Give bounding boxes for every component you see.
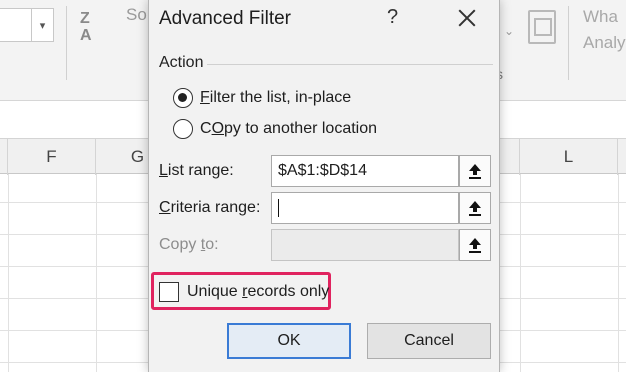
- action-group-label: Action: [159, 54, 204, 71]
- criteria-range-label: Criteria range:: [159, 199, 261, 216]
- ok-button[interactable]: OK: [227, 323, 351, 359]
- sort-button-label[interactable]: So: [126, 5, 147, 25]
- ribbon-separator: [66, 6, 67, 80]
- ribbon-dropdown[interactable]: ▾: [0, 8, 54, 42]
- grid-line: [96, 174, 97, 372]
- copy-to-label: Copy to:: [159, 236, 219, 253]
- unique-records-option[interactable]: Unique records only: [159, 282, 329, 302]
- copy-to-collapse-button[interactable]: [459, 229, 491, 261]
- column-header[interactable]: [500, 139, 520, 175]
- grid-line: [8, 174, 9, 372]
- filter-in-place-label: Filter the list, in-place: [200, 89, 352, 106]
- help-button[interactable]: ?: [387, 6, 398, 29]
- copy-to-location-radio-option[interactable]: COpy to another location: [173, 119, 377, 139]
- filter-in-place-radio-option[interactable]: Filter the list, in-place: [173, 88, 351, 108]
- advanced-filter-dialog: Advanced Filter ? Action Filter the list…: [148, 0, 500, 372]
- grid-line: [618, 174, 619, 372]
- chevron-down-icon[interactable]: ⌄: [504, 24, 514, 38]
- text-cursor: [278, 199, 279, 217]
- group-divider: [207, 64, 493, 65]
- ribbon-tool-icon[interactable]: [528, 10, 556, 44]
- unique-records-checkbox[interactable]: [159, 282, 179, 302]
- column-header-f[interactable]: F: [8, 139, 96, 175]
- collapse-dialog-icon: [469, 201, 481, 216]
- list-range-input[interactable]: $A$1:$D$14: [271, 155, 459, 187]
- ribbon-separator: [568, 6, 569, 80]
- chevron-down-icon[interactable]: ▾: [31, 9, 53, 41]
- collapse-dialog-icon: [469, 164, 481, 179]
- what-if-analysis-button[interactable]: Wha Analy: [583, 4, 626, 56]
- grid-line: [520, 174, 521, 372]
- copy-to-location-label: COpy to another location: [200, 120, 378, 137]
- cancel-button[interactable]: Cancel: [367, 323, 491, 359]
- list-range-label: List range:: [159, 162, 234, 179]
- filter-in-place-radio[interactable]: [173, 88, 193, 108]
- close-icon[interactable]: [453, 4, 481, 32]
- criteria-range-collapse-button[interactable]: [459, 192, 491, 224]
- unique-records-label: Unique records only: [187, 283, 330, 300]
- dialog-title: Advanced Filter: [159, 8, 292, 29]
- copy-to-location-radio[interactable]: [173, 119, 193, 139]
- sort-za-icon[interactable]: Z A: [80, 10, 92, 44]
- column-header-l[interactable]: L: [520, 139, 618, 175]
- copy-to-input[interactable]: [271, 229, 459, 261]
- criteria-range-input[interactable]: [271, 192, 459, 224]
- column-header[interactable]: [0, 139, 8, 175]
- collapse-dialog-icon: [469, 238, 481, 253]
- list-range-collapse-button[interactable]: [459, 155, 491, 187]
